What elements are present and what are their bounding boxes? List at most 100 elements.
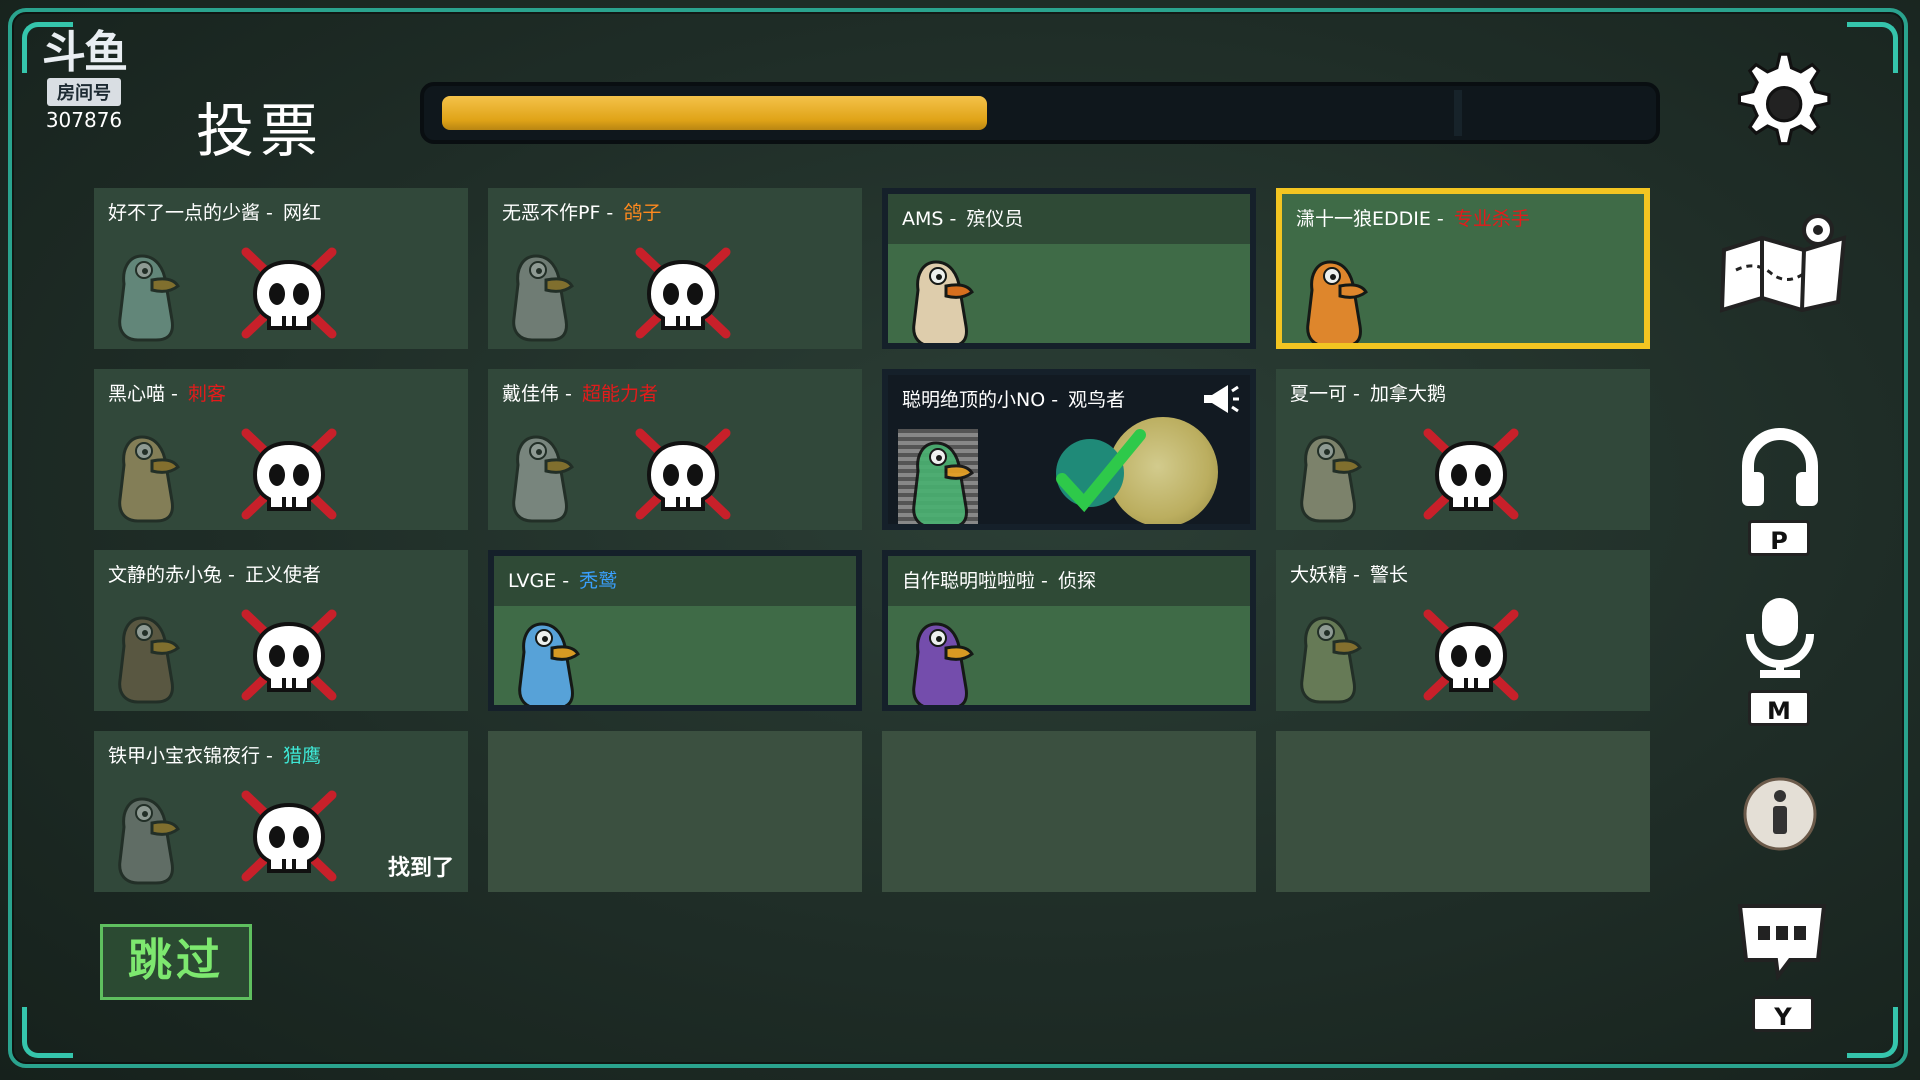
player-name: 夏一可 — [1290, 383, 1348, 405]
player-card-header: 无恶不作PF - 鸽子 — [488, 188, 862, 238]
info-button[interactable] — [1742, 776, 1818, 852]
player-name: LVGE — [508, 570, 557, 592]
player-avatar — [506, 427, 586, 523]
player-card: 好不了一点的少酱 - 网红 — [94, 188, 468, 349]
dead-skull-icon — [628, 419, 738, 529]
player-avatar — [1300, 252, 1380, 343]
name-role-separator: - — [556, 570, 576, 592]
player-card: 黑心喵 - 刺客 — [94, 369, 468, 530]
name-role-separator: - — [559, 383, 578, 405]
headphone-icon — [1742, 428, 1818, 506]
player-card: 无恶不作PF - 鸽子 — [488, 188, 862, 349]
vote-timer-bar — [420, 82, 1660, 144]
player-card-header: 大妖精 - 警长 — [1276, 550, 1650, 600]
player-name: 戴佳伟 — [502, 383, 560, 405]
vote-timer-marker — [1454, 90, 1462, 136]
microphone-hotkey: M — [1748, 690, 1810, 726]
player-card[interactable]: LVGE - 秃鹫 — [488, 550, 862, 711]
vote-timer-fill — [442, 96, 987, 130]
player-avatar — [1294, 608, 1374, 704]
map-button[interactable] — [1718, 210, 1850, 314]
player-avatar — [906, 433, 986, 524]
player-card[interactable]: 潇十一狼EDDIE - 专业杀手 — [1276, 188, 1650, 349]
dead-skull-icon — [234, 781, 344, 891]
map-icon — [1719, 214, 1847, 313]
player-card[interactable]: 聪明绝顶的小NO - 观鸟者 — [882, 369, 1256, 530]
room-label: 房间号 — [47, 78, 121, 106]
name-role-separator: - — [260, 745, 279, 767]
dead-skull-icon — [234, 238, 344, 348]
player-name: 自作聪明啦啦啦 — [902, 570, 1036, 592]
settings-button[interactable] — [1728, 48, 1832, 152]
player-role: 正义使者 — [244, 564, 321, 586]
dead-skull-icon — [234, 600, 344, 710]
microphone-icon — [1746, 598, 1814, 678]
found-badge: 找到了 — [387, 856, 454, 881]
player-grid: 好不了一点的少酱 - 网红 无恶不作PF - 鸽子 AMS - 殡仪员 潇十一狼… — [94, 188, 1650, 892]
skip-vote-button[interactable]: 跳过 — [100, 924, 252, 1000]
name-role-separator: - — [1347, 383, 1366, 405]
player-card: 大妖精 - 警长 — [1276, 550, 1650, 711]
player-card-header: 好不了一点的少酱 - 网红 — [94, 188, 468, 238]
player-avatar — [906, 614, 986, 705]
player-role: 专业杀手 — [1453, 208, 1530, 230]
player-avatar — [1294, 427, 1374, 523]
frame-corner — [1847, 1007, 1898, 1058]
player-role: 网红 — [282, 202, 321, 224]
name-role-separator: - — [1035, 570, 1054, 592]
player-role: 鸽子 — [623, 202, 662, 224]
player-avatar — [112, 246, 192, 342]
player-role: 猎鹰 — [282, 745, 321, 767]
player-card-header: 文静的赤小兔 - 正义使者 — [94, 550, 468, 600]
name-role-separator: - — [1347, 564, 1366, 586]
player-card-header: 聪明绝顶的小NO - 观鸟者 — [888, 375, 1250, 425]
dead-skull-icon — [628, 238, 738, 348]
player-name: 文静的赤小兔 — [108, 564, 223, 586]
chat-button[interactable]: Y — [1734, 898, 1830, 1034]
player-name: 好不了一点的少酱 — [108, 202, 261, 224]
player-card-header: AMS - 殡仪员 — [888, 194, 1250, 244]
page-title: 投票 — [196, 97, 325, 165]
chat-hotkey: Y — [1752, 996, 1814, 1032]
player-name: 聪明绝顶的小NO — [902, 389, 1046, 411]
player-card-header: LVGE - 秃鹫 — [494, 556, 856, 606]
gear-icon — [1737, 52, 1831, 146]
voted-check-icon — [1048, 427, 1148, 517]
headphone-hotkey: P — [1748, 520, 1810, 556]
player-card: 文静的赤小兔 - 正义使者 — [94, 550, 468, 711]
frame-corner — [1847, 22, 1898, 73]
megaphone-icon — [1200, 383, 1240, 415]
name-role-separator: - — [1430, 208, 1450, 230]
name-role-separator: - — [1045, 389, 1065, 411]
dead-skull-icon — [234, 419, 344, 529]
logo-mark: 斗鱼 — [42, 27, 128, 78]
douyu-logo: 斗鱼 房间号 307876 — [32, 27, 136, 133]
info-icon — [1743, 777, 1817, 851]
player-card[interactable]: AMS - 殡仪员 — [882, 188, 1256, 349]
player-name: 黑心喵 — [108, 383, 166, 405]
headphone-button[interactable]: P — [1738, 428, 1822, 568]
player-card: 戴佳伟 - 超能力者 — [488, 369, 862, 530]
dead-skull-icon — [1416, 419, 1526, 529]
player-avatar — [906, 252, 986, 343]
player-avatar — [112, 608, 192, 704]
name-role-separator: - — [260, 202, 279, 224]
player-card-header: 潇十一狼EDDIE - 专业杀手 — [1282, 194, 1644, 244]
player-card-header: 戴佳伟 - 超能力者 — [488, 369, 862, 419]
player-name: AMS — [902, 208, 944, 230]
empty-player-slot — [882, 731, 1256, 892]
name-role-separator: - — [943, 208, 963, 230]
player-role: 侦探 — [1057, 570, 1096, 592]
dead-skull-icon — [1416, 600, 1526, 710]
player-name: 大妖精 — [1290, 564, 1348, 586]
player-role: 警长 — [1369, 564, 1408, 586]
player-role: 秃鹫 — [579, 570, 618, 592]
player-name: 无恶不作PF — [502, 202, 601, 224]
player-card[interactable]: 自作聪明啦啦啦 - 侦探 — [882, 550, 1256, 711]
player-avatar — [512, 614, 592, 705]
player-name: 铁甲小宝衣锦夜行 — [108, 745, 261, 767]
empty-player-slot — [1276, 731, 1650, 892]
player-card-header: 铁甲小宝衣锦夜行 - 猎鹰 — [94, 731, 468, 781]
player-role: 加拿大鹅 — [1369, 383, 1446, 405]
microphone-button[interactable]: M — [1738, 594, 1822, 734]
